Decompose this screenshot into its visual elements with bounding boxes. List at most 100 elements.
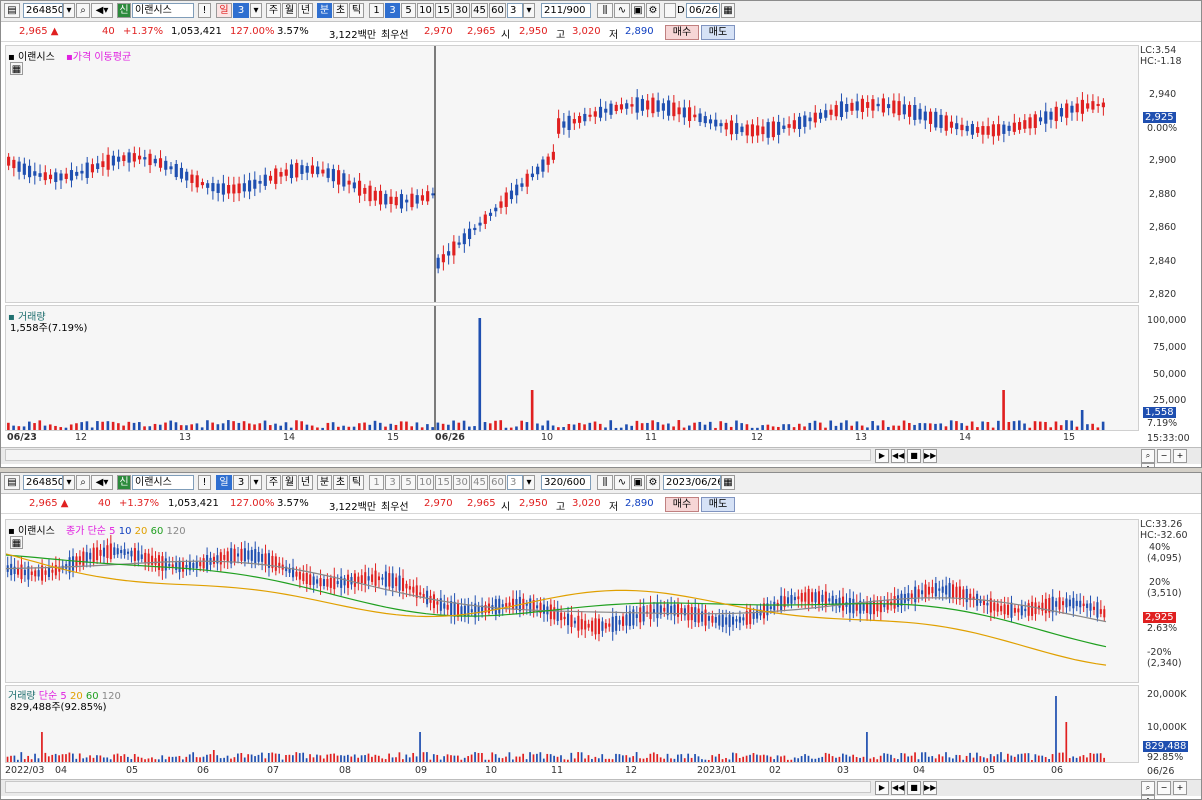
tab-month[interactable]: 월	[282, 475, 297, 490]
interval-input[interactable]: 3	[507, 3, 523, 18]
period-dropdown-icon[interactable]: ▾	[250, 3, 262, 18]
sell-button[interactable]: 매도	[701, 25, 735, 40]
minute-45[interactable]: 45	[471, 475, 488, 490]
top-volume-chart[interactable]: ▪ 거래량 1,558주(7.19%)	[5, 305, 1139, 431]
period-count[interactable]: 3	[233, 475, 249, 490]
gear-icon[interactable]: ⚙	[646, 475, 660, 490]
calendar-icon[interactable]: ▦	[721, 3, 735, 18]
code-input[interactable]: 264850	[23, 3, 63, 18]
date-input[interactable]: 06/26	[686, 3, 720, 18]
tab-day[interactable]: 일	[216, 475, 232, 490]
zoom-in-icon[interactable]: +	[1173, 781, 1187, 795]
candle-type-icon[interactable]: ⫼	[597, 475, 613, 490]
layout-icon[interactable]: ▤	[4, 3, 20, 18]
stop-icon[interactable]: ■	[907, 449, 921, 463]
range-field[interactable]: 320/600	[541, 475, 591, 490]
tab-month[interactable]: 월	[282, 3, 297, 18]
line-tool-icon[interactable]: ∿	[614, 475, 630, 490]
minute-15[interactable]: 15	[435, 475, 452, 490]
candle-type-icon[interactable]: ⫼	[597, 3, 613, 18]
tab-second[interactable]: 초	[333, 3, 348, 18]
tab-tick[interactable]: 틱	[349, 3, 364, 18]
line-tool-icon[interactable]: ∿	[614, 3, 630, 18]
code-dropdown-icon[interactable]: ▾	[63, 475, 75, 490]
minute-10[interactable]: 10	[417, 3, 434, 18]
period-count[interactable]: 3	[233, 3, 249, 18]
chart-menu-icon[interactable]: ▦	[10, 536, 23, 549]
volume-bar	[609, 420, 613, 430]
interval-input[interactable]: 3	[507, 475, 523, 490]
alert-button[interactable]: !	[198, 3, 211, 18]
minute-10[interactable]: 10	[417, 475, 434, 490]
speaker-icon[interactable]: ◀▾	[91, 475, 113, 490]
zoom-out-icon[interactable]: −	[1157, 449, 1171, 463]
layout-icon[interactable]: ▤	[4, 475, 20, 490]
play-icon[interactable]: ▶	[875, 781, 889, 795]
tab-week[interactable]: 주	[266, 3, 281, 18]
minute-45[interactable]: 45	[471, 3, 488, 18]
buy-button[interactable]: 매수	[665, 25, 699, 40]
zoom-search-icon[interactable]: ⌕	[1141, 449, 1155, 463]
top-scrollbar[interactable]	[5, 449, 871, 461]
volume-bar	[333, 753, 335, 762]
volume-bar	[1070, 420, 1073, 430]
date-checkbox[interactable]	[664, 3, 676, 18]
tab-tick[interactable]: 틱	[349, 475, 364, 490]
play-icon[interactable]: ▶	[875, 449, 889, 463]
search-icon[interactable]: ⌕	[76, 475, 90, 490]
minute-15[interactable]: 15	[435, 3, 452, 18]
speaker-icon[interactable]: ◀▾	[91, 3, 113, 18]
alert-button[interactable]: !	[198, 475, 211, 490]
forward-icon[interactable]: ▶▶	[923, 449, 937, 463]
tab-second[interactable]: 초	[333, 475, 348, 490]
minute-60[interactable]: 60	[489, 3, 506, 18]
minute-3[interactable]: 3	[385, 475, 400, 490]
gear-icon[interactable]: ⚙	[646, 3, 660, 18]
stop-icon[interactable]: ■	[907, 781, 921, 795]
volume-bar	[986, 421, 990, 430]
range-field[interactable]: 211/900	[541, 3, 591, 18]
tab-week[interactable]: 주	[266, 475, 281, 490]
save-icon[interactable]: ▣	[631, 475, 645, 490]
code-dropdown-icon[interactable]: ▾	[63, 3, 75, 18]
save-icon[interactable]: ▣	[631, 3, 645, 18]
calendar-icon[interactable]: ▦	[721, 475, 735, 490]
tab-minute[interactable]: 분	[317, 475, 332, 490]
forward-icon[interactable]: ▶▶	[923, 781, 937, 795]
rewind-icon[interactable]: ◀◀	[891, 449, 905, 463]
tab-day[interactable]: 일	[216, 3, 232, 18]
buy-button[interactable]: 매수	[665, 497, 699, 512]
tab-minute[interactable]: 분	[317, 3, 332, 18]
chart-menu-icon[interactable]: ▦	[10, 62, 23, 75]
minute-1[interactable]: 1	[369, 475, 384, 490]
period-dropdown-icon[interactable]: ▾	[250, 475, 262, 490]
date-input[interactable]: 2023/06/26	[663, 475, 721, 490]
zoom-search-icon[interactable]: ⌕	[1141, 781, 1155, 795]
tab-year[interactable]: 년	[298, 3, 313, 18]
interval-dropdown-icon[interactable]: ▾	[523, 475, 535, 490]
stock-name-field[interactable]: 이랜시스	[132, 475, 194, 490]
zoom-out-icon[interactable]: −	[1157, 781, 1171, 795]
top-price-chart[interactable]: ▪ 이랜시스 ▪가격 이동평균 ▦	[5, 45, 1139, 303]
stock-name-field[interactable]: 이랜시스	[132, 3, 194, 18]
minute-30[interactable]: 30	[453, 475, 470, 490]
font-icon[interactable]: A	[1141, 463, 1155, 467]
candle-body	[952, 584, 955, 598]
bottom-volume-chart[interactable]: 거래량 단순 5 20 60 120 829,488주(92.85%)	[5, 685, 1139, 763]
minute-3[interactable]: 3	[385, 3, 400, 18]
zoom-in-icon[interactable]: +	[1173, 449, 1187, 463]
bottom-scrollbar[interactable]	[5, 781, 871, 793]
rewind-icon[interactable]: ◀◀	[891, 781, 905, 795]
minute-1[interactable]: 1	[369, 3, 384, 18]
sell-button[interactable]: 매도	[701, 497, 735, 512]
font-icon[interactable]: A	[1141, 795, 1155, 799]
code-input[interactable]: 264850	[23, 475, 63, 490]
interval-dropdown-icon[interactable]: ▾	[523, 3, 535, 18]
minute-5[interactable]: 5	[401, 475, 416, 490]
search-icon[interactable]: ⌕	[76, 3, 90, 18]
tab-year[interactable]: 년	[298, 475, 313, 490]
minute-30[interactable]: 30	[453, 3, 470, 18]
minute-5[interactable]: 5	[401, 3, 416, 18]
bottom-price-chart[interactable]: ▪ 이랜시스 종가 단순 5 10 20 60 120 ▦	[5, 519, 1139, 683]
minute-60[interactable]: 60	[489, 475, 506, 490]
